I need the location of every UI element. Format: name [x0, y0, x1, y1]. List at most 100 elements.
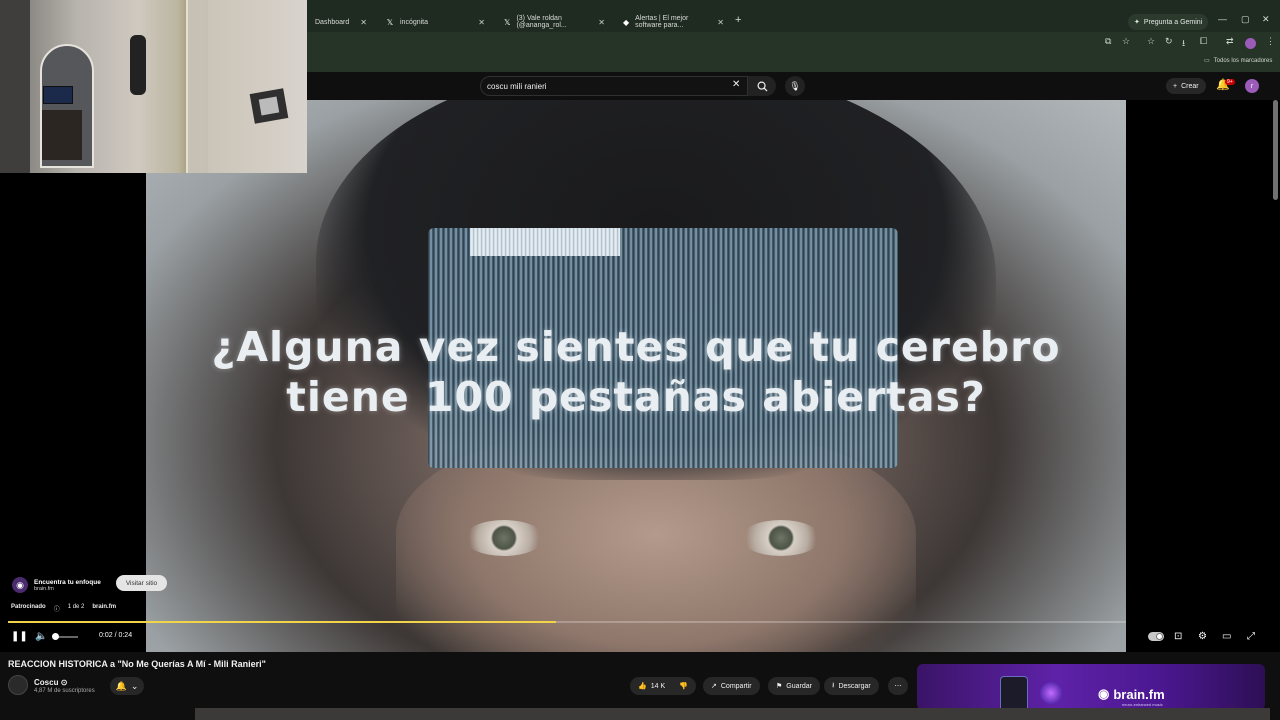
volume-slider[interactable]	[56, 636, 78, 638]
new-tab-button[interactable]: +	[735, 14, 741, 26]
video-glitch-highlight	[470, 228, 620, 256]
tab-alertas[interactable]: ◆ Alertas | El mejor software para... ✕	[615, 12, 732, 32]
screen: Dashboard ✕ 𝕏 incógnita ✕ 𝕏 (3) Vale rol…	[0, 0, 1280, 720]
video-right-eye	[741, 520, 821, 556]
info-icon[interactable]: ⓘ	[54, 604, 60, 613]
promo-orb-image	[1040, 682, 1062, 704]
profile-avatar[interactable]	[1245, 38, 1256, 49]
tab-dashboard[interactable]: Dashboard ✕	[307, 12, 375, 32]
more-actions-button[interactable]: ⋯	[888, 677, 908, 695]
chevron-down-icon: ⌄	[130, 680, 139, 691]
gemini-button[interactable]: ✦ Pregunta a Gemini	[1128, 14, 1209, 30]
download-icon: ⭳	[832, 681, 835, 689]
channel-name-text: Coscu	[34, 678, 59, 687]
ad-sponsored-info: Patrocinado ⓘ 1 de 2 brain.fm	[11, 604, 116, 613]
subtitles-icon[interactable]: ⊡	[1174, 631, 1182, 642]
search-query: coscu mili ranieri	[487, 81, 547, 91]
tab-incognita[interactable]: 𝕏 incógnita ✕	[378, 12, 493, 32]
close-icon[interactable]: ✕	[478, 18, 485, 27]
menu-icon[interactable]: ⋮	[1266, 36, 1275, 47]
clear-search-icon[interactable]: ✕	[732, 79, 740, 90]
video-player[interactable]: ¿Alguna vez sientes que tu cerebro tiene…	[146, 100, 1126, 652]
brainfm-logo-icon: ◉	[12, 577, 28, 593]
save-icon: ⚑	[776, 683, 783, 690]
page-scrollbar[interactable]	[1273, 100, 1278, 200]
cast-icon[interactable]: ⧉	[1105, 36, 1111, 47]
theater-mode-icon[interactable]: ▭	[1222, 631, 1231, 642]
mic-icon: 🎙	[789, 80, 801, 91]
bookmarks-label: Todos los marcadores	[1213, 57, 1273, 64]
video-title: REACCION HISTORICA a "No Me Querías A Mí…	[8, 659, 266, 669]
maximize-icon[interactable]: ▢	[1241, 14, 1250, 25]
pause-icon[interactable]: ❚❚	[11, 631, 28, 642]
tab-vale-roldan[interactable]: 𝕏 (3) Vale roldan (@ananga_rol... ✕	[496, 12, 613, 32]
autoplay-toggle-knob	[1156, 633, 1163, 640]
account-avatar[interactable]: r	[1245, 79, 1259, 93]
video-caption: ¿Alguna vez sientes que tu cerebro tiene…	[146, 322, 1126, 422]
notification-badge: 9+	[1225, 79, 1235, 85]
caption-line-2: tiene 100 pestañas abiertas?	[286, 373, 986, 421]
verified-icon: ⊙	[60, 678, 68, 687]
promo-banner[interactable]	[917, 664, 1265, 710]
subscription-bell-button[interactable]: 🔔 ⌄	[110, 677, 144, 695]
save-button[interactable]: ⚑ Guardar	[768, 677, 820, 695]
fullscreen-icon[interactable]: ⤢	[1247, 631, 1255, 642]
extensions-icon[interactable]: ⧠	[1200, 36, 1207, 47]
close-icon[interactable]: ✕	[598, 18, 605, 27]
search-input[interactable]: coscu mili ranieri	[480, 76, 748, 96]
sidebar-icon[interactable]: ⇄	[1226, 36, 1234, 47]
volume-icon[interactable]: 🔈	[35, 631, 47, 642]
create-button[interactable]: + Crear	[1166, 78, 1206, 94]
star-icon[interactable]: ☆	[1147, 36, 1155, 47]
share-icon: ↗	[711, 683, 717, 690]
download-button[interactable]: ⭳ Descargar	[824, 677, 879, 695]
webcam-pillar	[186, 0, 206, 173]
caption-line-1: ¿Alguna vez sientes que tu cerebro	[211, 323, 1061, 371]
bookmark-star-icon[interactable]: ☆	[1122, 36, 1130, 47]
promo-logo: ◉ brain.fm	[1098, 686, 1165, 702]
alert-icon: ◆	[623, 17, 630, 27]
minimize-icon[interactable]: —	[1218, 14, 1227, 24]
channel-avatar[interactable]	[8, 675, 28, 695]
ad-advertiser[interactable]: brain.fm	[92, 604, 116, 613]
share-button[interactable]: ↗ Compartir	[703, 677, 760, 695]
time-display: 0:02 / 0:24	[99, 632, 133, 639]
voice-search-button[interactable]: 🎙	[785, 76, 805, 96]
gemini-label: Pregunta a Gemini	[1143, 18, 1203, 26]
progress-bar[interactable]	[8, 621, 1126, 623]
close-icon[interactable]: ✕	[717, 18, 724, 27]
like-dislike-group[interactable]: 👍 14 K 👎	[630, 677, 696, 695]
settings-gear-icon[interactable]: ⚙	[1198, 631, 1207, 642]
webcam-wall-shadow	[0, 0, 30, 173]
subscriber-count: 4,87 M de suscriptores	[34, 688, 95, 694]
video-left-eye	[464, 520, 544, 556]
folder-icon: ▭	[1204, 58, 1210, 64]
plus-icon: +	[1173, 82, 1178, 90]
ad-card[interactable]: ◉ Encuentra tu enfoque brain.fm	[12, 573, 101, 597]
visit-site-button[interactable]: Visitar sitio	[116, 575, 167, 591]
bell-icon: 🔔	[115, 680, 127, 691]
webcam-desk	[42, 110, 82, 160]
ad-count: 1 de 2	[67, 604, 85, 610]
all-bookmarks[interactable]: ▭ Todos los marcadores	[1204, 57, 1273, 65]
sponsored-label: Patrocinado	[11, 604, 46, 610]
search-button[interactable]	[748, 76, 776, 96]
x-icon: 𝕏	[386, 17, 394, 27]
tab-title: incógnita	[400, 18, 429, 26]
dislike-icon[interactable]: 👎	[679, 682, 688, 690]
close-icon[interactable]: ✕	[360, 18, 367, 27]
webcam-wall-mount	[249, 88, 289, 124]
ad-domain: brain.fm	[34, 585, 54, 592]
search-icon	[757, 81, 768, 92]
bottom-content-strip	[195, 708, 1270, 720]
history-icon[interactable]: ↻	[1165, 36, 1173, 47]
channel-name[interactable]: Coscu ⊙	[34, 678, 67, 687]
like-icon[interactable]: 👍	[638, 682, 647, 690]
volume-knob[interactable]	[52, 633, 59, 640]
download-icon[interactable]: ⭳	[1182, 36, 1185, 52]
promo-phone-image	[1000, 676, 1028, 712]
ad-title: Encuentra tu enfoque	[34, 578, 101, 586]
gemini-icon: ✦	[1134, 19, 1140, 26]
close-window-icon[interactable]: ✕	[1262, 14, 1270, 25]
tab-title: Dashboard	[315, 18, 350, 26]
